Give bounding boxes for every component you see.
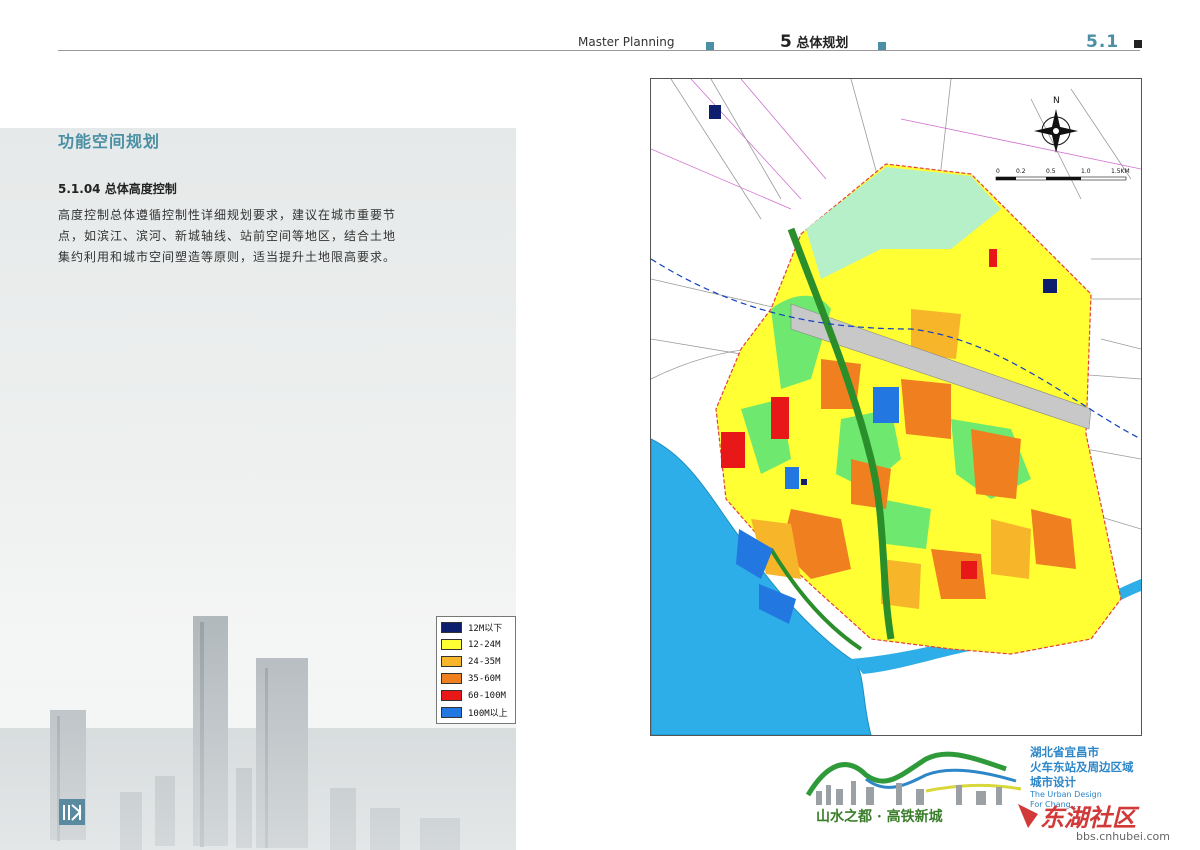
legend-label: 12M以下	[468, 624, 503, 634]
legend-swatch	[441, 673, 462, 684]
legend-item: 100M以上	[441, 706, 508, 719]
header-square-icon	[878, 42, 886, 50]
header-square-icon	[1134, 40, 1142, 48]
project-name-line3: 城市设计	[1030, 775, 1076, 789]
subsection-title: 5.1.04 总体高度控制	[58, 182, 177, 196]
north-arrow-icon	[1034, 109, 1078, 153]
section-paragraph: 高度控制总体遵循控制性详细规划要求，建议在城市重要节点，如滨江、滨河、新城轴线、…	[58, 208, 397, 264]
legend-swatch	[441, 639, 462, 650]
watermark-url: bbs.cnhubei.com	[1076, 830, 1170, 843]
legend-swatch	[441, 622, 462, 633]
watermark-logo-icon	[1018, 804, 1038, 828]
legend-item: 12M以下	[441, 621, 502, 634]
legend-label: 35-60M	[468, 673, 501, 684]
scale-label: 0	[996, 168, 1000, 175]
scale-label: 0.5	[1046, 168, 1056, 175]
legend-label: 12-24M	[468, 639, 501, 650]
header-square-icon	[706, 42, 714, 50]
chapter-heading: 5 总体规划	[780, 32, 848, 52]
chapter-title: 总体规划	[796, 36, 849, 51]
legend-swatch	[441, 707, 462, 718]
legend-item: 12-24M	[441, 638, 501, 651]
legend-swatch	[441, 690, 462, 701]
map-legend: 12M以下 12-24M 24-35M 35-60M 60-100M 100M以…	[436, 616, 516, 724]
height-control-map: N 0 0.2 0.5 1.0 1.5KM	[650, 78, 1142, 736]
scale-label: 1.0	[1081, 168, 1091, 175]
legend-item: 60-100M	[441, 689, 506, 702]
map-canvas: N 0 0.2 0.5 1.0 1.5KM	[651, 79, 1141, 735]
project-name-line1: 湖北省宜昌市	[1030, 745, 1099, 759]
legend-swatch	[441, 656, 462, 667]
header-rule	[58, 50, 1140, 51]
legend-label: 24-35M	[468, 656, 501, 667]
scale-label: 1.5KM	[1111, 168, 1130, 175]
project-slogan: 山水之都 · 高铁新城	[816, 809, 943, 825]
brand-wave-logo	[806, 751, 1022, 805]
legend-item: 35-60M	[441, 672, 501, 685]
scale-bar	[995, 176, 1127, 181]
section-title: 功能空间规划	[58, 132, 161, 151]
legend-item: 24-35M	[441, 655, 501, 668]
header-english-title: Master Planning	[578, 35, 675, 49]
logo-icon	[59, 799, 85, 825]
project-name-line2: 火车东站及周边区域	[1030, 760, 1134, 774]
scale-label: 0.2	[1016, 168, 1026, 175]
legend-label: 60-100M	[468, 690, 506, 701]
page-number: 5.1	[1086, 32, 1120, 52]
chapter-number: 5	[780, 32, 792, 52]
legend-label: 100M以上	[468, 709, 508, 719]
watermark-text: 东湖社区	[1040, 804, 1136, 832]
north-label: N	[1053, 96, 1060, 106]
